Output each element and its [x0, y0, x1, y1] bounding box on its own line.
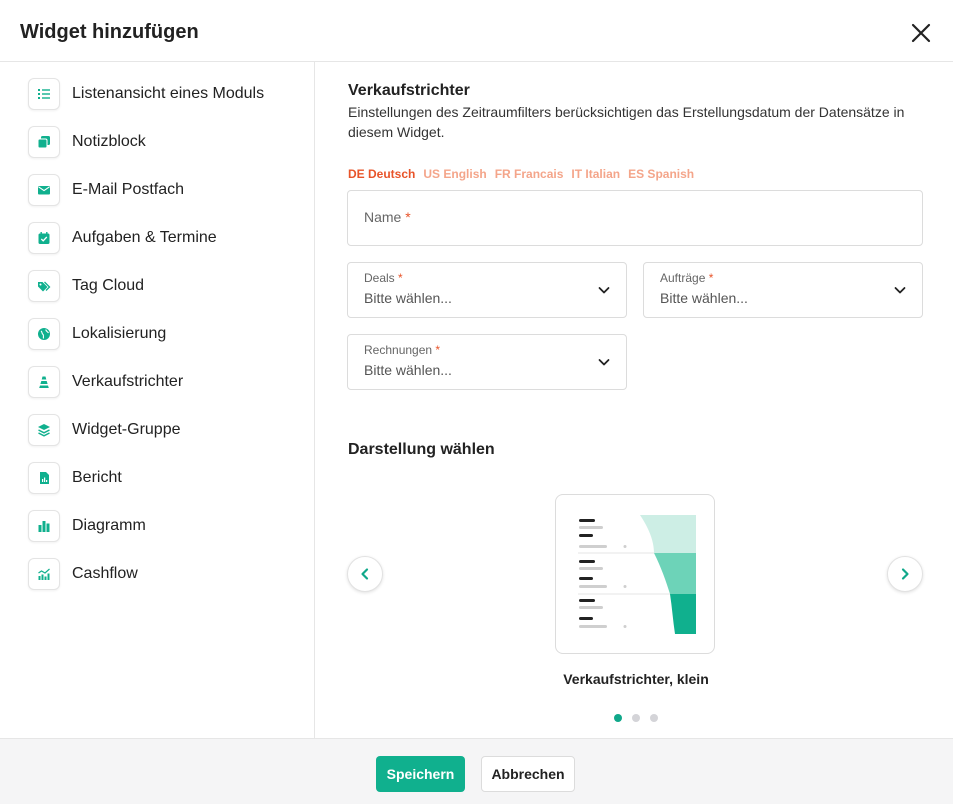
sidebar-item-label: Diagramm: [72, 517, 146, 534]
tab-lang-de[interactable]: DE Deutsch: [348, 167, 415, 181]
chevron-right-icon: [901, 568, 909, 580]
carousel-prev-button[interactable]: [347, 556, 383, 592]
sidebar-item-label: Listenansicht eines Moduls: [72, 85, 265, 102]
auftraege-select-value: Bitte wählen...: [660, 290, 748, 306]
sidebar-item-email-postfach[interactable]: E-Mail Postfach: [28, 174, 308, 206]
sidebar-item-label: E-Mail Postfach: [72, 181, 185, 198]
rechnungen-select-value: Bitte wählen...: [364, 362, 452, 378]
sidebar-item-aufgaben-termine[interactable]: Aufgaben & Termine: [28, 222, 308, 254]
sidebar-item-widget-gruppe[interactable]: Widget-Gruppe: [28, 414, 308, 446]
widget-settings-panel: Verkaufstrichter Einstellungen des Zeitr…: [316, 62, 953, 738]
sidebar-item-label: Bericht: [72, 469, 122, 486]
sidebar-item-listenansicht[interactable]: Listenansicht eines Moduls: [28, 78, 308, 110]
globe-icon: [28, 318, 60, 350]
chevron-down-icon: [598, 359, 610, 366]
carousel-next-button[interactable]: [887, 556, 923, 592]
tab-lang-es[interactable]: ES Spanish: [628, 167, 694, 181]
sidebar-item-label: Notizblock: [72, 133, 146, 150]
sidebar-item-label: Verkaufstrichter: [72, 373, 184, 390]
sidebar-item-lokalisierung[interactable]: Lokalisierung: [28, 318, 308, 350]
language-tabs: DE Deutsch US English FR Francais IT Ita…: [348, 167, 694, 181]
cashflow-chart-icon: [28, 558, 60, 590]
display-option-card[interactable]: [555, 494, 715, 654]
mail-icon: [28, 174, 60, 206]
tab-lang-it[interactable]: IT Italian: [571, 167, 620, 181]
dialog-header: Widget hinzufügen: [0, 0, 953, 62]
funnel-icon: [28, 366, 60, 398]
sidebar-item-label: Lokalisierung: [72, 325, 167, 342]
chevron-down-icon: [894, 287, 906, 294]
sidebar-item-notizblock[interactable]: Notizblock: [28, 126, 308, 158]
section-description: Einstellungen des Zeitraumfilters berück…: [348, 104, 905, 140]
deals-select[interactable]: Deals * Bitte wählen...: [347, 262, 627, 318]
cancel-button[interactable]: Abbrechen: [481, 756, 575, 792]
sidebar-item-verkaufstrichter[interactable]: Verkaufstrichter: [28, 366, 308, 398]
calendar-check-icon: [28, 222, 60, 254]
bar-chart-icon: [28, 510, 60, 542]
close-icon[interactable]: [909, 21, 933, 45]
sidebar-item-tag-cloud[interactable]: Tag Cloud: [28, 270, 308, 302]
carousel-dot[interactable]: [650, 714, 658, 722]
chevron-down-icon: [598, 287, 610, 294]
chevron-left-icon: [361, 568, 369, 580]
rechnungen-select-label: Rechnungen *: [364, 343, 441, 357]
dialog-footer: Speichern Abbrechen: [0, 738, 953, 804]
auftraege-select[interactable]: Aufträge * Bitte wählen...: [643, 262, 923, 318]
rechnungen-select[interactable]: Rechnungen * Bitte wählen...: [347, 334, 627, 390]
deals-select-value: Bitte wählen...: [364, 290, 452, 306]
section-title: Verkaufstrichter: [348, 82, 470, 99]
name-field[interactable]: Name *: [347, 190, 923, 246]
sidebar-item-label: Aufgaben & Termine: [72, 229, 217, 246]
list-icon: [28, 78, 60, 110]
name-field-label: Name *: [364, 209, 411, 225]
display-section-title: Darstellung wählen: [348, 441, 495, 458]
auftraege-select-label: Aufträge *: [660, 271, 714, 285]
widget-type-sidebar: Listenansicht eines Moduls Notizblock E-…: [0, 62, 315, 738]
sidebar-item-label: Widget-Gruppe: [72, 421, 181, 438]
dialog-title: Widget hinzufügen: [20, 21, 199, 43]
deals-select-label: Deals *: [364, 271, 403, 285]
sidebar-item-bericht[interactable]: Bericht: [28, 462, 308, 494]
sidebar-item-diagramm[interactable]: Diagramm: [28, 510, 308, 542]
report-file-icon: [28, 462, 60, 494]
carousel-pagination: [614, 714, 658, 722]
notes-icon: [28, 126, 60, 158]
sidebar-item-label: Cashflow: [72, 565, 138, 582]
sidebar-item-cashflow[interactable]: Cashflow: [28, 558, 308, 590]
sidebar-item-label: Tag Cloud: [72, 277, 145, 294]
display-option-label: Verkaufstrichter, klein: [563, 671, 709, 687]
tab-lang-fr[interactable]: FR Francais: [495, 167, 564, 181]
tags-icon: [28, 270, 60, 302]
carousel-dot[interactable]: [614, 714, 622, 722]
tab-lang-en[interactable]: US English: [423, 167, 486, 181]
carousel-dot[interactable]: [632, 714, 640, 722]
layers-icon: [28, 414, 60, 446]
funnel-preview-illustration: [578, 515, 696, 634]
save-button[interactable]: Speichern: [376, 756, 465, 792]
